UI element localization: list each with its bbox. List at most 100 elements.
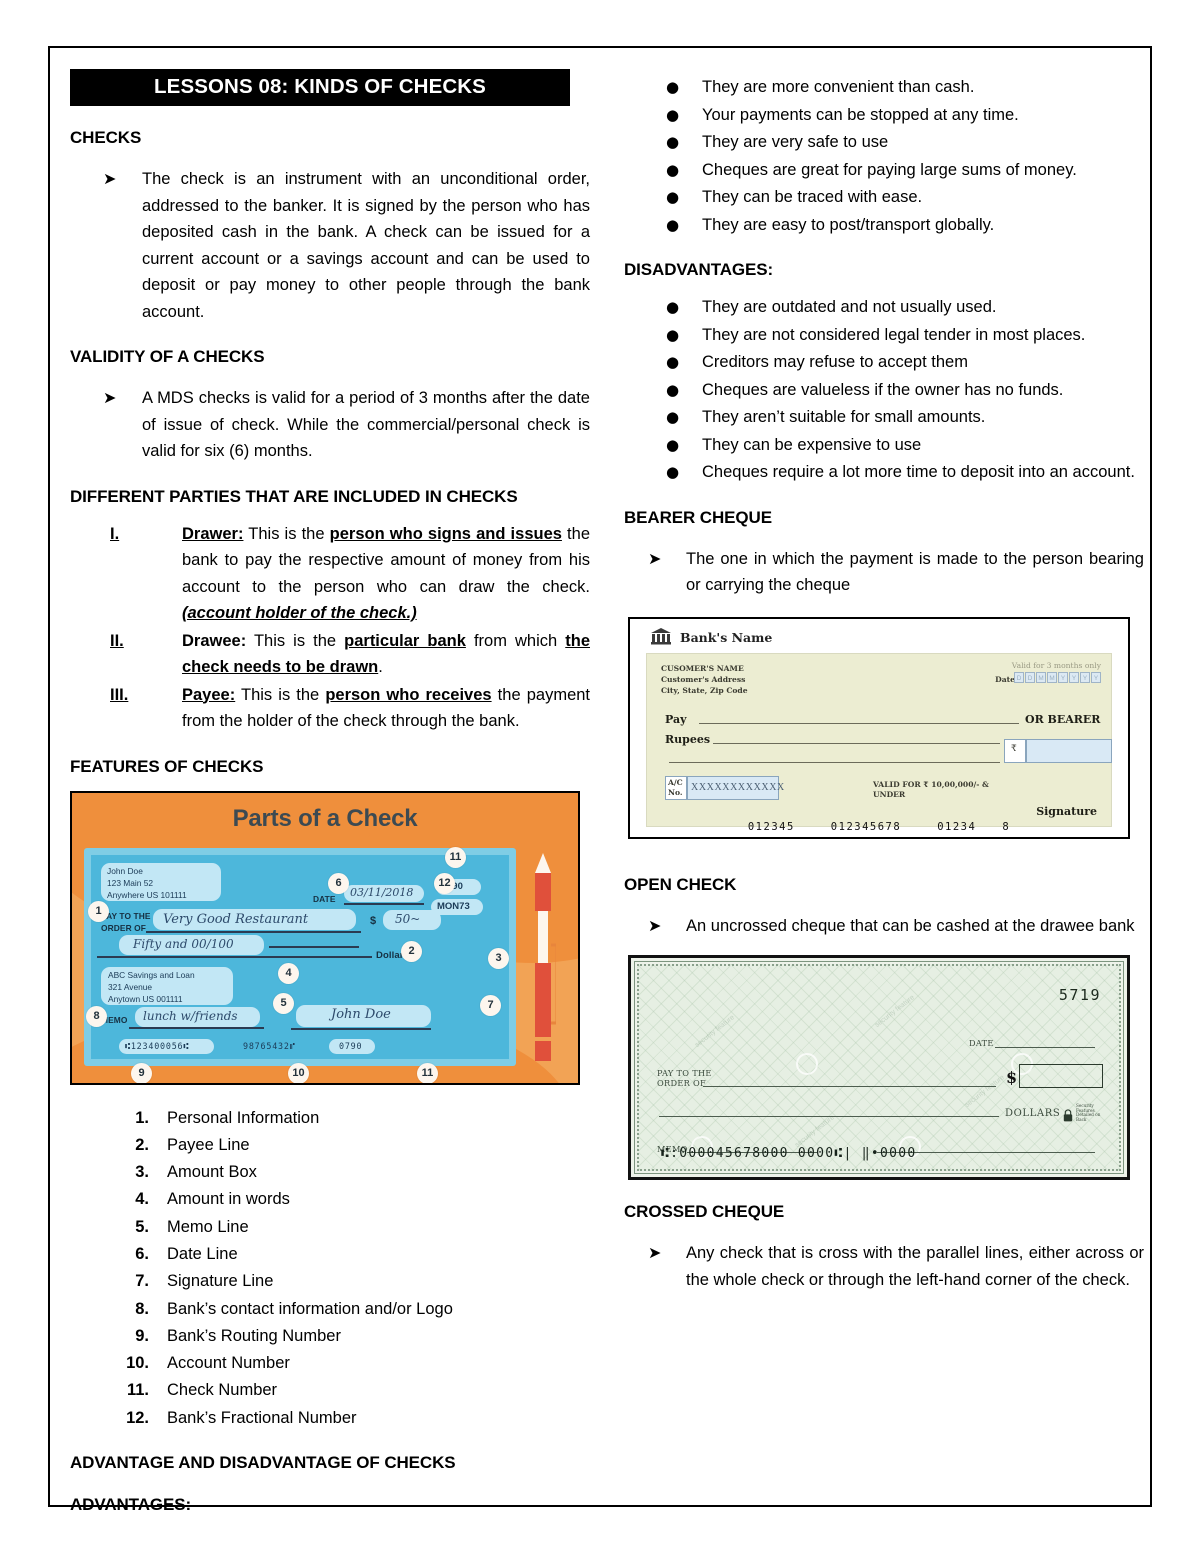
list-item: ● Cheques are great for paying large sums… xyxy=(624,157,1148,184)
bank-city: Anytown US 001111 xyxy=(108,993,183,1004)
date-box[interactable]: M xyxy=(1036,671,1046,683)
rupees-label: Rupees xyxy=(665,732,711,746)
memo-value: lunch w/friends xyxy=(143,1008,238,1023)
date-box[interactable]: Y xyxy=(1058,671,1068,683)
pay-rule xyxy=(699,722,1019,724)
advantage-text: They are easy to post/transport globally… xyxy=(702,215,995,234)
valid-note: Valid for 3 months only xyxy=(1011,660,1101,670)
heading-validity: VALIDITY OF A CHECKS xyxy=(70,347,265,366)
list-item: ● Cheques are valueless if the owner has … xyxy=(624,377,1148,404)
callout-4: 4 xyxy=(278,962,299,984)
callout-2: 2 xyxy=(401,940,422,962)
heading-open-check: OPEN CHECK xyxy=(624,874,737,894)
callout-3: 3 xyxy=(488,947,509,969)
check-number: 5719 xyxy=(1058,986,1101,1004)
party-term: Payee: xyxy=(182,685,236,704)
validity-bullet: ➤ A MDS checks is valid for a period of … xyxy=(70,385,594,465)
dot-bullet-icon: ● xyxy=(666,133,680,151)
heading-advantage-disadvantage: ADVANTAGE AND DISADVANTAGE OF CHECKS xyxy=(70,1453,456,1473)
amount-value: 50~ xyxy=(395,911,421,926)
list-item: 3. Amount Box xyxy=(70,1159,594,1185)
micr-line: 012345 012345678 01234 8 xyxy=(630,821,1128,833)
item-number: 3. xyxy=(135,1163,149,1182)
date-rule xyxy=(344,902,424,905)
item-label: Bank’s Fractional Number xyxy=(167,1408,357,1427)
advantage-text: They are very safe to use xyxy=(702,133,889,151)
date-boxes[interactable]: D D M M Y Y Y Y xyxy=(1014,671,1101,683)
disadvantage-text: They are not considered legal tender in … xyxy=(702,325,1086,344)
party-drawer-text: Drawer: This is the person who signs and… xyxy=(182,521,594,627)
payer-name: John Doe xyxy=(107,865,143,876)
pen-icon xyxy=(530,852,559,1061)
amount-words: Fifty and 00/100 xyxy=(133,936,234,951)
item-number: 6. xyxy=(135,1244,149,1263)
item-number: 11. xyxy=(126,1381,149,1400)
bank-building-icon xyxy=(650,627,672,649)
bank-header: Bank's Name xyxy=(650,627,772,649)
amount-box[interactable] xyxy=(1019,1064,1103,1088)
date-box[interactable]: D xyxy=(1025,671,1035,683)
dot-bullet-icon: ● xyxy=(666,380,680,399)
date-rule xyxy=(995,1047,1095,1048)
date-box[interactable]: Y xyxy=(1091,671,1101,683)
micr-transaction: 8 xyxy=(1002,820,1011,833)
list-item: ● They can be expensive to use xyxy=(624,432,1148,459)
two-column-layout: LESSONS 08: KINDS OF CHECKS CHECKS ➤ The… xyxy=(50,48,1150,1514)
list-item: 2. Payee Line xyxy=(70,1132,594,1158)
micr-account: 012345678 xyxy=(830,820,902,833)
payer-city: Anywhere US 101111 xyxy=(107,889,187,900)
disadvantage-text: They can be expensive to use xyxy=(702,435,922,454)
roman-numeral: III. xyxy=(110,685,129,704)
callout-11-bottom: 11 xyxy=(417,1062,438,1083)
callout-7: 7 xyxy=(480,994,501,1016)
parts-numbered-list: 1. Personal Information 2. Payee Line 3. Am… xyxy=(70,1105,594,1432)
date-box[interactable]: M xyxy=(1047,671,1057,683)
advantage-text: They can be traced with ease. xyxy=(702,188,923,206)
amount-box[interactable] xyxy=(1026,738,1112,763)
pay-to-label-line2: ORDER OF xyxy=(657,1078,706,1088)
party-text-1: This is the xyxy=(243,524,330,543)
item-label: Payee Line xyxy=(167,1135,250,1154)
list-item: ● They aren’t suitable for small amounts. xyxy=(624,404,1148,431)
list-item: ● They are outdated and not usually used. xyxy=(624,294,1148,321)
validity-body: A MDS checks is valid for a period of 3 … xyxy=(142,389,590,460)
list-item: 9. Bank’s Routing Number xyxy=(70,1323,594,1349)
ac-label-line1: A/C xyxy=(668,777,683,787)
list-item: 11. Check Number xyxy=(70,1377,594,1403)
security-note-line4: Back xyxy=(1076,1116,1087,1122)
heading-advantages: ADVANTAGES: xyxy=(70,1495,192,1515)
item-number: 7. xyxy=(135,1272,149,1291)
callout-10: 10 xyxy=(288,1062,309,1083)
date-box[interactable]: Y xyxy=(1080,671,1090,683)
party-text-2: from which xyxy=(465,631,566,650)
dot-bullet-icon: ● xyxy=(666,435,680,454)
list-item: 5. Memo Line xyxy=(70,1214,594,1240)
dot-bullet-icon: ● xyxy=(666,78,680,96)
ac-number-value: XXXXXXXXXXXX xyxy=(691,781,785,793)
check-number-micr: 0790 xyxy=(339,1040,363,1051)
bank-name: ABC Savings and Loan xyxy=(108,969,195,980)
date-box[interactable]: Y xyxy=(1069,671,1079,683)
lock-icon xyxy=(1063,1107,1073,1126)
item-number: 4. xyxy=(135,1190,149,1209)
party-bold-1: person who receives xyxy=(325,685,492,704)
date-label: Date xyxy=(995,674,1015,684)
bearer-bullet: ➤ The one in which the payment is made t… xyxy=(624,546,1148,599)
disadvantage-text: Cheques are valueless if the owner has n… xyxy=(702,380,1064,399)
signature-value: John Doe xyxy=(331,1006,391,1022)
open-check-bullet: ➤ An uncrossed cheque that can be cashed… xyxy=(624,913,1148,940)
callout-11-top: 11 xyxy=(445,846,466,868)
advantage-text: They are more convenient than cash. xyxy=(702,78,975,96)
arrow-bullet-icon: ➤ xyxy=(648,915,662,935)
heading-disadvantages: DISADVANTAGES: xyxy=(624,260,774,279)
list-item: ● They are more convenient than cash. xyxy=(624,74,1148,101)
list-item: 10. Account Number xyxy=(70,1350,594,1376)
dollars-label: DOLLARS xyxy=(1005,1108,1061,1119)
item-label: Amount Box xyxy=(167,1163,257,1182)
page-title: LESSONS 08: KINDS OF CHECKS xyxy=(70,69,570,106)
list-item: 1. Personal Information xyxy=(70,1105,594,1131)
disadvantage-text: They aren’t suitable for small amounts. xyxy=(702,408,986,426)
date-box[interactable]: D xyxy=(1014,671,1024,683)
micr-routing: 012345 xyxy=(747,820,795,833)
rupee-symbol: ₹ xyxy=(1011,743,1017,754)
